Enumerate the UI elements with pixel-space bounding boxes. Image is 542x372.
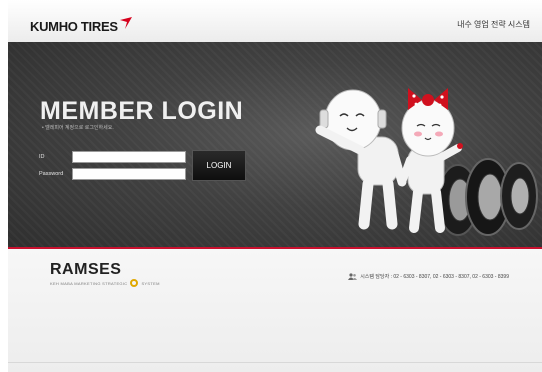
contact-text: 시스템 담당자 : 02 - 6303 - 8307, 02 - 6303 - … [360,274,509,280]
hero-banner: MEMBER LOGIN • 델레피어 계정으로 로그인하세요. ID Pass… [8,42,542,247]
login-button[interactable]: LOGIN [192,150,246,181]
tires-image [437,158,538,236]
partner-name: SYSTEM [141,280,160,286]
product-logo: RAMSES [50,261,122,278]
password-input[interactable] [72,168,186,180]
mascot-boy [315,89,407,230]
product-tagline: KEH MABA MARKETING STRATEGIC [50,280,128,286]
contact-info: 시스템 담당자 : 02 - 6303 - 8307, 02 - 6303 - … [348,273,509,280]
system-title: 내수 영업 전략 시스템 [457,20,530,29]
kumho-wing-icon [119,17,132,29]
system-logo-icon [130,279,139,287]
login-subtitle: • 델레피어 계정으로 로그인하세요. [42,125,114,131]
id-label: ID [39,154,45,160]
id-input[interactable] [72,151,186,163]
brand-name: KUMHO TIRES [30,19,118,34]
kumho-logo: KUMHO TIRES [30,16,133,34]
bottom-divider [8,362,542,363]
login-page: KUMHO TIRES 내수 영업 전략 시스템 MEMBER LOGIN • … [8,0,542,372]
password-label: Password [39,171,64,177]
mascot-illustration [315,88,538,236]
footer: RAMSES KEH MABA MARKETING STRATEGIC SYST… [8,249,542,372]
top-bar: KUMHO TIRES 내수 영업 전략 시스템 [8,0,542,43]
people-icon [348,273,358,280]
login-title: MEMBER LOGIN [40,97,244,125]
product-tagline-row: KEH MABA MARKETING STRATEGIC SYSTEM [50,279,160,287]
